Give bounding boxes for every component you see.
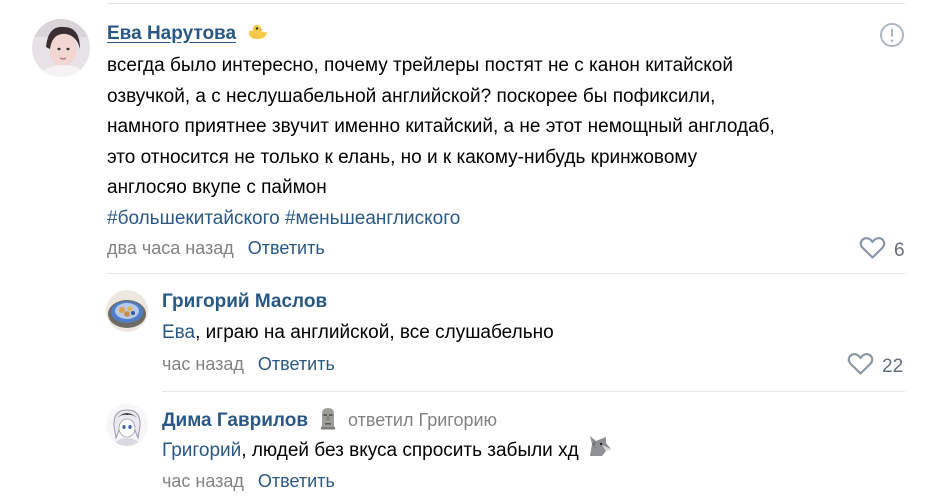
comment-meta: час назад Ответить [162,354,335,375]
comment-text-line: это относится не только к елань, но и к … [107,146,698,168]
timestamp[interactable]: час назад [162,471,244,492]
divider [162,391,905,392]
avatar[interactable] [106,404,148,446]
avatar[interactable] [32,19,90,77]
reply-button[interactable]: Ответить [258,354,335,375]
like-button[interactable]: 6 [859,236,905,265]
comment-text-body: , людей без вкуса спросить забыли хд [241,440,579,461]
comment-text-line: всегда было интересно, почему трейлеры п… [107,55,733,76]
replied-to-label[interactable]: ответил Григорию [348,410,497,431]
hashtag[interactable]: #большекитайского [107,208,280,229]
author-name[interactable]: Григорий Маслов [162,291,327,313]
top-divider [107,3,905,4]
divider [107,273,905,274]
author-name[interactable]: Ева Нарутова [107,23,236,45]
mention-link[interactable]: Ева [162,322,195,343]
author-row: Дима Гаврилов ответил Григорию [162,406,497,435]
comment-text-line: намного приятнее звучит именно китайский… [107,116,775,137]
reply-button[interactable]: Ответить [258,471,335,492]
report-icon[interactable] [879,22,905,53]
mention-link[interactable]: Григорий [162,436,241,467]
author-name[interactable]: Дима Гаврилов [162,410,308,432]
like-count: 6 [894,239,905,261]
timestamp[interactable]: час назад [162,354,244,375]
comment-text: всегда было интересно, почему трейлеры п… [107,51,907,234]
comment-meta: два часа назад Ответить [107,238,325,259]
timestamp[interactable]: два часа назад [107,238,234,259]
hashtag[interactable]: #меньшеанглиского [285,208,460,229]
comment-text: Григорий, людей без вкуса спросить забыл… [162,434,613,469]
author-row: Ева Нарутова [107,20,270,47]
comment-text-line: англосяо вкупе с паймон [107,177,327,198]
like-count: 22 [882,355,904,377]
comment-text-line: озвучкой, а с неслушабельной английской?… [107,85,716,107]
comment-text-body: , играю на английской, все слушабельно [195,322,554,343]
author-row: Григорий Маслов [162,291,327,313]
moai-icon [318,406,338,435]
wolf-emoji [587,434,613,469]
like-button[interactable]: 22 [847,352,903,381]
comment-text: Ева, играю на английской, все слушабельн… [162,318,554,349]
comment-meta: час назад Ответить [162,471,335,492]
duck-icon [246,20,270,47]
heart-icon [859,236,886,265]
avatar[interactable] [106,290,148,332]
hashtags: #большекитайского #меньшеанглиского [107,204,907,235]
reply-button[interactable]: Ответить [248,238,325,259]
heart-icon [847,352,874,381]
